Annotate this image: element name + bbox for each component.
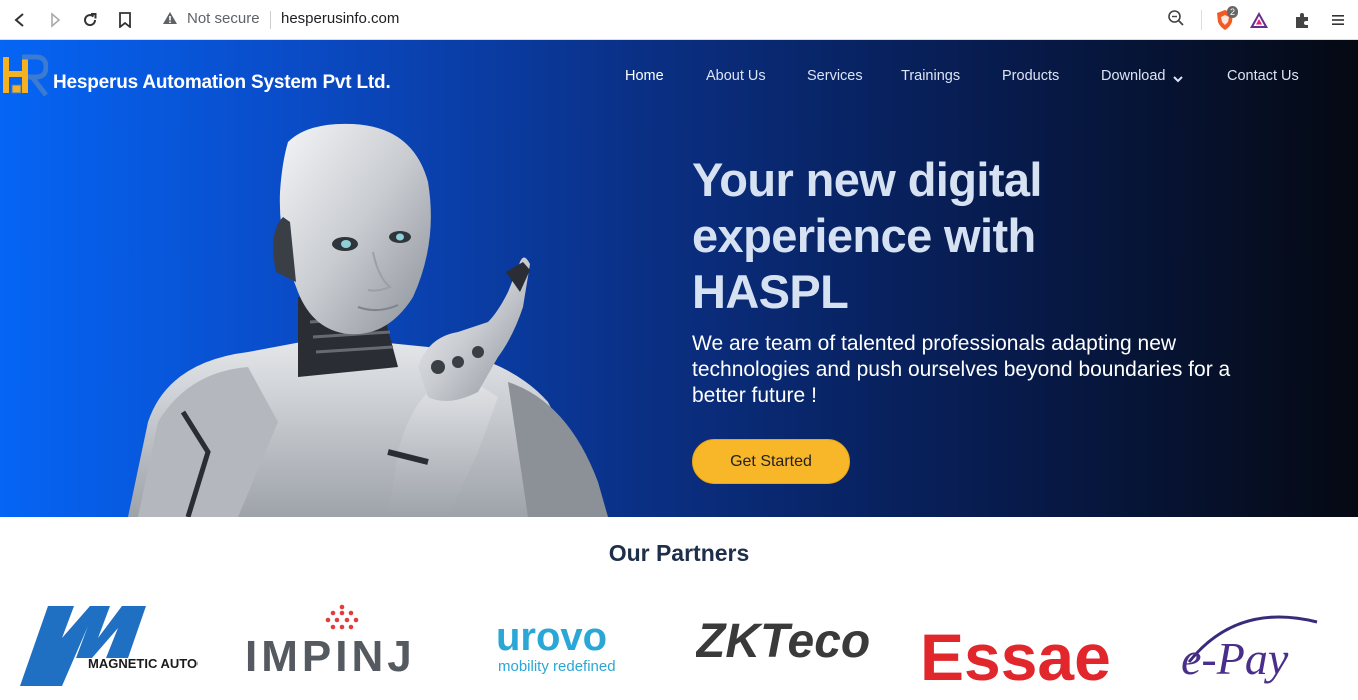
address-divider (270, 11, 271, 29)
get-started-button[interactable]: Get Started (692, 439, 850, 484)
warning-icon (162, 11, 178, 30)
nav-download[interactable]: Download (1101, 68, 1166, 84)
partner-logo-zkteco[interactable]: ZKTeco (694, 612, 886, 672)
chevron-down-icon[interactable] (1173, 71, 1183, 89)
main-nav: Home About Us Services Trainings Product… (0, 68, 1358, 88)
zoom-icon[interactable] (1167, 9, 1185, 32)
security-label[interactable]: Not secure (187, 10, 260, 27)
hero-subtitle: We are team of talented professionals ad… (692, 332, 1231, 407)
partner-logo-epay[interactable]: e-Pay (1177, 612, 1327, 692)
essae-text: Essae (920, 620, 1111, 694)
nav-about-us[interactable]: About Us (706, 68, 766, 84)
magnetic-text: MAGNETIC AUTOCONTROL (88, 656, 198, 671)
robot-illustration (128, 122, 628, 517)
urovo-tagline: mobility redefined (498, 658, 616, 675)
brave-shield-icon[interactable]: 2 (1210, 6, 1240, 32)
nav-contact-us[interactable]: Contact Us (1227, 68, 1299, 84)
impinj-text: IMPINJ (245, 632, 416, 681)
epay-text: e-Pay (1181, 633, 1289, 684)
partners-title: Our Partners (608, 540, 750, 566)
nav-home[interactable]: Home (625, 68, 664, 84)
forward-icon[interactable] (43, 8, 67, 32)
extensions-icon[interactable] (1290, 8, 1314, 32)
menu-icon[interactable] (1326, 8, 1350, 32)
zkteco-text: ZKTeco (696, 615, 870, 667)
nav-products[interactable]: Products (1002, 68, 1059, 84)
partner-logo-urovo[interactable]: urovo mobility redefined (496, 612, 636, 682)
partner-logo-essae[interactable]: Essae (920, 620, 1115, 700)
urovo-text: urovo (496, 615, 607, 659)
url-text[interactable]: hesperusinfo.com (281, 10, 399, 27)
browser-toolbar: Not secure hesperusinfo.com 2 (0, 0, 1358, 40)
partner-logo-magnetic-autocontrol[interactable]: MAGNETIC AUTOCONTROL (10, 598, 261, 700)
brave-rewards-icon[interactable] (1247, 8, 1271, 32)
bookmark-icon[interactable] (113, 8, 137, 32)
address-bar[interactable]: Not secure hesperusinfo.com (150, 3, 1200, 35)
partner-logo-impinj[interactable]: IMPINJ (245, 603, 425, 688)
reload-icon[interactable] (78, 8, 102, 32)
back-icon[interactable] (8, 8, 32, 32)
hero-section: Hesperus Automation System Pvt Ltd. Home… (0, 40, 1358, 517)
nav-trainings[interactable]: Trainings (901, 68, 960, 84)
nav-services[interactable]: Services (807, 68, 863, 84)
toolbar-divider (1201, 10, 1202, 30)
shield-count-badge: 2 (1227, 6, 1239, 18)
hero-headline: Your new digital experience with HASPL (692, 153, 1042, 318)
